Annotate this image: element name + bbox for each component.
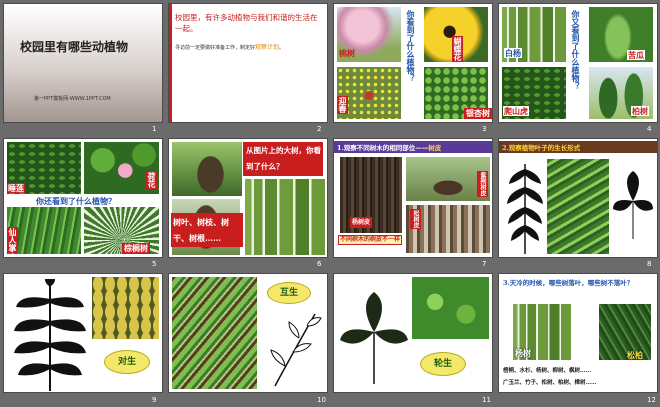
plan-text: 寻访前一定要做好准备工作，制定好: [175, 45, 256, 51]
title-main: 1.观察不同树木的相同部位——: [337, 144, 429, 152]
slide-thumbnail[interactable]: 睡莲 荷花 你还看到了什么植物？ 仙人掌 棕榈树: [4, 139, 162, 257]
whorled-leaf-silhouette: [340, 292, 408, 384]
slide-number: 8: [647, 260, 652, 268]
clover-photo: [412, 277, 489, 339]
slide-text: 校园里，有许多动植物与我们和谐的生活在一起。: [175, 13, 318, 33]
plant-label: 蝴蝶花: [452, 36, 463, 62]
slide-title: 2.观察植物叶子的生长形式: [502, 144, 581, 152]
slide-thumbnail[interactable]: 校园里，有许多动植物与我们和谐的生活在一起。 寻访前一定要做好准备工作，制定好观…: [169, 4, 327, 122]
slide-number: 2: [317, 125, 322, 133]
slide-number: 1: [152, 125, 157, 133]
plan-end: 。: [279, 45, 285, 51]
leaf-type-bubble: 轮生: [420, 352, 466, 376]
slide-number: 9: [152, 396, 157, 404]
bark-label: 松树皮: [410, 209, 421, 229]
plan-highlight: 观察计划: [255, 44, 280, 51]
speech-text: 从图片上的大树，你看到了什么？: [246, 146, 321, 171]
slide-number: 3: [482, 125, 487, 133]
slide-text-2: 寻访前一定要做好准备工作，制定好观察计划。: [175, 44, 325, 52]
tree-label: 杨树: [515, 348, 531, 358]
leaf-type-bubble: 对生: [104, 350, 150, 374]
plant-label: 苦瓜: [627, 50, 645, 60]
slide-title: 1.观察不同树木的相同部位——树皮: [337, 142, 441, 152]
slide-number: 7: [482, 260, 487, 268]
slide-thumbnail[interactable]: 对生: [4, 274, 162, 392]
plant-label: 桃树: [339, 48, 355, 58]
leaf-type-bubble: 互生: [267, 282, 311, 304]
slide-number: 10: [317, 396, 326, 404]
answer-text: 树叶、树枝、树干、树根……: [171, 213, 243, 247]
slide-number: 6: [317, 260, 322, 268]
title-highlight: 树皮: [428, 144, 442, 152]
bark-label: 紫荆树皮: [477, 171, 488, 197]
deciduous-list: 梧桐、水杉、杨树、柳树、枫树……: [503, 368, 592, 374]
yellow-leaf-photo: [92, 277, 159, 339]
slide-thumbnail[interactable]: 3.天冷的时候，哪些树落叶，哪些树不落叶？ 杨树 松柏 梧桐、水杉、杨树、柳树、…: [499, 274, 657, 392]
plant-label: 睡莲: [7, 183, 25, 193]
question-text: 你又看到了什么植物？: [571, 10, 581, 90]
plant-label: 仙人掌: [7, 227, 18, 253]
plant-label: 白杨: [504, 48, 522, 58]
big-tree-photo: [172, 142, 242, 196]
slide-number: 4: [647, 125, 652, 133]
slide-thumbnail[interactable]: 从图片上的大树，你看到了什么？ 树叶、树枝、树干、树根……: [169, 139, 327, 257]
question-text: 你还看到了什么植物？: [36, 196, 116, 206]
bark-label: 杨树皮: [350, 217, 373, 228]
caption-text: 不同树木的树皮不一样: [338, 235, 402, 245]
slide-thumbnail[interactable]: 你看到了什么植物？ 桃树 蝴蝶花 迎春 银杏树: [334, 4, 492, 122]
alternate-leaf-drawing: [270, 313, 322, 387]
question-text: 你看到了什么植物？: [406, 10, 416, 82]
slide-thumbnail[interactable]: 你又看到了什么植物？ 白杨 苦瓜 爬山虎 柏树: [499, 4, 657, 122]
slide-number: 12: [647, 396, 656, 404]
plant-label: 迎春: [337, 96, 348, 114]
cactus-photo: [7, 207, 81, 254]
plant-label: 柏树: [631, 106, 649, 116]
plant-label: 荷花: [146, 171, 157, 189]
slide-title: 校园里有哪些动植物: [20, 40, 129, 54]
leaf-photo: [172, 277, 257, 389]
forest-photo: [245, 179, 325, 255]
slide-thumbnail[interactable]: 2.观察植物叶子的生长形式: [499, 139, 657, 257]
three-leaf-silhouette: [613, 171, 653, 239]
leaf-photo: [547, 159, 609, 254]
slide-thumbnail[interactable]: 轮生: [334, 274, 492, 392]
leaf-silhouette: [14, 279, 86, 391]
question-text: 3.天冷的时候，哪些树落叶，哪些树不落叶？: [503, 279, 634, 287]
slide-number: 5: [152, 260, 157, 268]
plant-label: 银杏树: [464, 108, 492, 119]
plant-label: 棕榈树: [122, 243, 150, 254]
slide-thumbnail[interactable]: 校园里有哪些动植物 第一PPT模板网-WWW.1PPT.COM: [4, 4, 162, 122]
slide-thumbnail[interactable]: 1.观察不同树木的相同部位——树皮 杨树皮 紫荆树皮 松树皮 不同树木的树皮不一…: [334, 139, 492, 257]
leaf-silhouette: [507, 164, 543, 254]
slide-thumbnail[interactable]: 互生: [169, 274, 327, 392]
pine-photo: [599, 304, 651, 360]
slide-footer: 第一PPT模板网-WWW.1PPT.COM: [34, 96, 111, 102]
plant-label: 爬山虎: [503, 106, 529, 116]
evergreen-list: 广玉兰、竹子、松树、柏树、樟树……: [503, 380, 597, 386]
tree-label: 松柏: [627, 350, 643, 360]
slide-number: 11: [482, 396, 491, 404]
left-bar: [169, 4, 172, 122]
